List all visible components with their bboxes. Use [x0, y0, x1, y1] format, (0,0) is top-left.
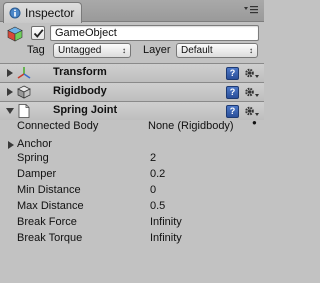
min-distance-label: Min Distance	[17, 184, 81, 196]
layer-dropdown-value: Default	[181, 45, 213, 56]
object-name-field[interactable]: GameObject	[50, 25, 259, 41]
connected-body-label: Connected Body	[17, 120, 99, 132]
damper-field[interactable]: 0.2	[150, 168, 165, 180]
cube-icon	[7, 26, 23, 42]
max-distance-label: Max Distance	[17, 200, 84, 212]
component-header-rigidbody[interactable]: Rigidbody ?	[0, 82, 264, 101]
inspector-window: Inspector GameObject Tag Untagged ↕ Laye…	[0, 0, 264, 283]
spring-field[interactable]: 2	[150, 152, 156, 164]
max-distance-field[interactable]: 0.5	[150, 200, 165, 212]
foldout-expanded-icon[interactable]	[6, 107, 14, 115]
break-force-label: Break Force	[17, 216, 77, 228]
menu-lines-icon[interactable]	[244, 5, 258, 15]
help-book-icon[interactable]: ?	[226, 105, 239, 118]
active-checkbox[interactable]	[31, 26, 45, 40]
break-torque-field[interactable]: Infinity	[150, 232, 182, 244]
tab-inspector[interactable]: Inspector	[3, 2, 82, 23]
checkmark-icon	[33, 29, 44, 38]
damper-label: Damper	[17, 168, 57, 180]
tag-dropdown-value: Untagged	[58, 45, 102, 56]
foldout-collapsed-icon[interactable]	[6, 88, 14, 96]
foldout-collapsed-icon[interactable]	[6, 69, 14, 77]
transform-axes-icon	[17, 67, 31, 79]
updown-arrows-icon: ↕	[122, 46, 126, 55]
tag-label: Tag	[27, 44, 45, 56]
component-title: Transform	[53, 66, 107, 78]
gear-icon[interactable]	[243, 85, 259, 100]
gear-icon[interactable]	[243, 66, 259, 81]
break-torque-label: Break Torque	[17, 232, 83, 244]
component-title: Rigidbody	[53, 85, 107, 97]
min-distance-field[interactable]: 0	[150, 184, 156, 196]
layer-dropdown[interactable]: Default ↕	[176, 43, 258, 58]
component-header-spring-joint[interactable]: Spring Joint ?	[0, 101, 264, 120]
connected-body-field[interactable]: None (Rigidbody)	[148, 120, 234, 132]
object-header: GameObject Tag Untagged ↕ Layer Default …	[0, 23, 264, 63]
tag-dropdown[interactable]: Untagged ↕	[53, 43, 131, 58]
tab-label: Inspector	[25, 6, 75, 20]
tab-strip: Inspector	[0, 0, 264, 23]
foldout-collapsed-icon[interactable]	[7, 141, 15, 149]
rigidbody-icon	[17, 85, 31, 99]
inspector-icon	[9, 7, 21, 19]
spring-label: Spring	[17, 152, 49, 164]
object-picker-icon[interactable]: ●	[252, 118, 257, 127]
anchor-foldout-label[interactable]: Anchor	[17, 138, 52, 150]
help-book-icon[interactable]: ?	[226, 67, 239, 80]
help-book-icon[interactable]: ?	[226, 86, 239, 99]
component-header-transform[interactable]: Transform ?	[0, 63, 264, 82]
updown-arrows-icon: ↕	[249, 46, 253, 55]
component-title: Spring Joint	[53, 104, 118, 116]
document-icon	[18, 104, 30, 118]
break-force-field[interactable]: Infinity	[150, 216, 182, 228]
layer-label: Layer	[143, 44, 171, 56]
gear-icon[interactable]	[243, 104, 259, 119]
